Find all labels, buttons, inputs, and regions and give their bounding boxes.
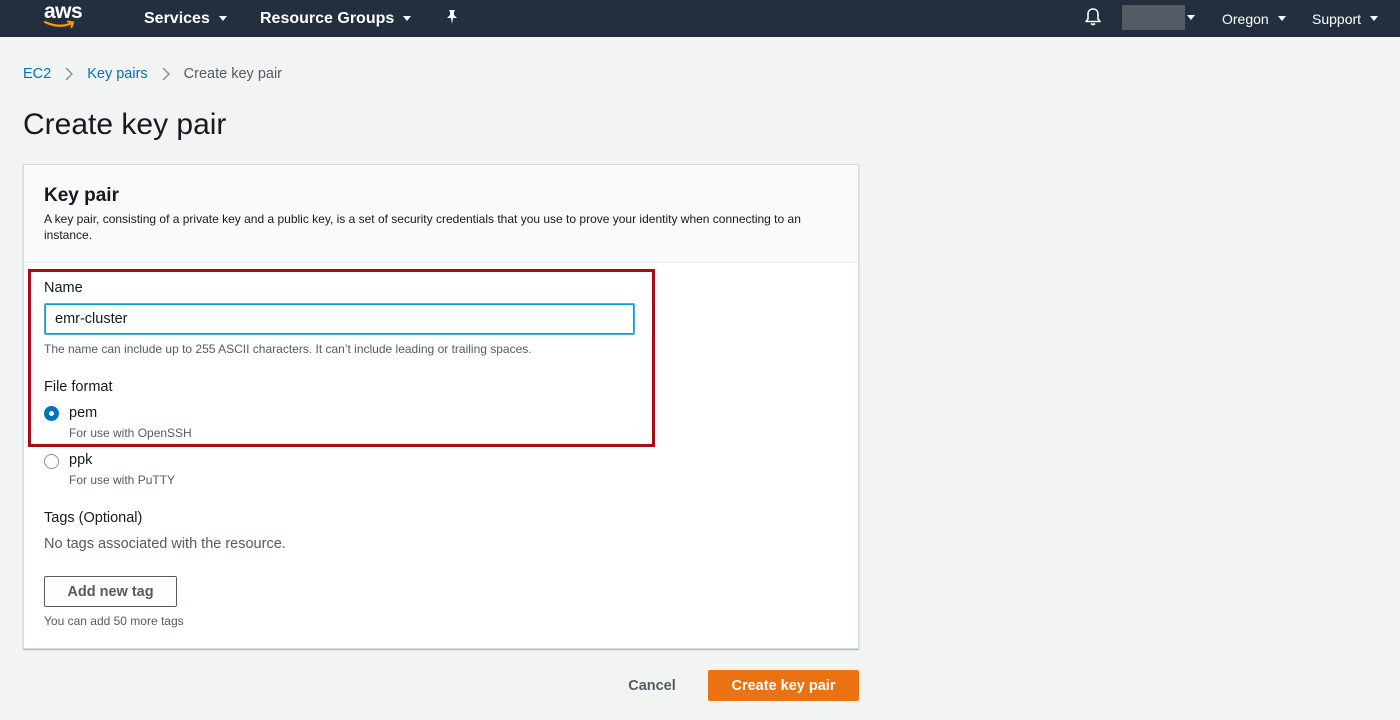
name-label: Name bbox=[44, 280, 83, 296]
file-format-label: File format bbox=[44, 379, 113, 395]
ppk-label[interactable]: ppk bbox=[69, 452, 92, 468]
cancel-button[interactable]: Cancel bbox=[612, 671, 692, 701]
tags-remaining-hint: You can add 50 more tags bbox=[44, 614, 184, 628]
chevron-down-icon[interactable] bbox=[1187, 15, 1195, 20]
ppk-description: For use with PuTTY bbox=[69, 473, 176, 487]
account-menu[interactable] bbox=[1122, 5, 1185, 30]
chevron-right-icon bbox=[162, 67, 170, 81]
name-hint: The name can include up to 255 ASCII cha… bbox=[44, 342, 532, 356]
region-menu[interactable]: Oregon bbox=[1222, 0, 1286, 37]
resource-groups-menu[interactable]: Resource Groups bbox=[260, 0, 412, 37]
services-label: Services bbox=[144, 9, 210, 27]
support-label: Support bbox=[1312, 10, 1362, 27]
top-navigation-bar: aws Services Resource Groups Oregon Supp… bbox=[0, 0, 1400, 37]
pem-description: For use with OpenSSH bbox=[69, 426, 192, 440]
chevron-right-icon bbox=[65, 67, 74, 81]
aws-smile-icon bbox=[44, 20, 75, 28]
add-new-tag-button[interactable]: Add new tag bbox=[44, 576, 177, 607]
resource-groups-label: Resource Groups bbox=[260, 9, 395, 27]
pem-radio[interactable] bbox=[44, 406, 59, 421]
pem-label[interactable]: pem bbox=[69, 405, 97, 421]
chevron-down-icon bbox=[218, 16, 227, 21]
notifications-bell-icon[interactable] bbox=[1083, 7, 1103, 32]
panel-title: Key pair bbox=[44, 185, 119, 206]
chevron-down-icon bbox=[1277, 16, 1286, 21]
pin-icon[interactable] bbox=[443, 8, 461, 31]
tags-empty-text: No tags associated with the resource. bbox=[44, 536, 286, 552]
breadcrumb-ec2-link[interactable]: EC2 bbox=[23, 66, 51, 82]
page-title: Create key pair bbox=[23, 108, 227, 141]
panel-description: A key pair, consisting of a private key … bbox=[44, 212, 801, 242]
ppk-radio[interactable] bbox=[44, 454, 59, 469]
name-input[interactable] bbox=[44, 303, 635, 335]
support-menu[interactable]: Support bbox=[1312, 0, 1379, 37]
panel-header: Key pair A key pair, consisting of a pri… bbox=[24, 165, 858, 263]
chevron-down-icon bbox=[403, 16, 412, 21]
region-label: Oregon bbox=[1222, 10, 1269, 27]
breadcrumb-current: Create key pair bbox=[183, 66, 282, 82]
breadcrumb: EC2 Key pairs Create key pair bbox=[23, 66, 282, 82]
aws-logo[interactable]: aws bbox=[44, 1, 88, 32]
breadcrumb-key-pairs-link[interactable]: Key pairs bbox=[87, 66, 147, 82]
tags-label: Tags (Optional) bbox=[44, 510, 143, 526]
chevron-down-icon bbox=[1370, 16, 1379, 21]
create-key-pair-button[interactable]: Create key pair bbox=[708, 670, 859, 701]
services-menu[interactable]: Services bbox=[144, 0, 227, 37]
